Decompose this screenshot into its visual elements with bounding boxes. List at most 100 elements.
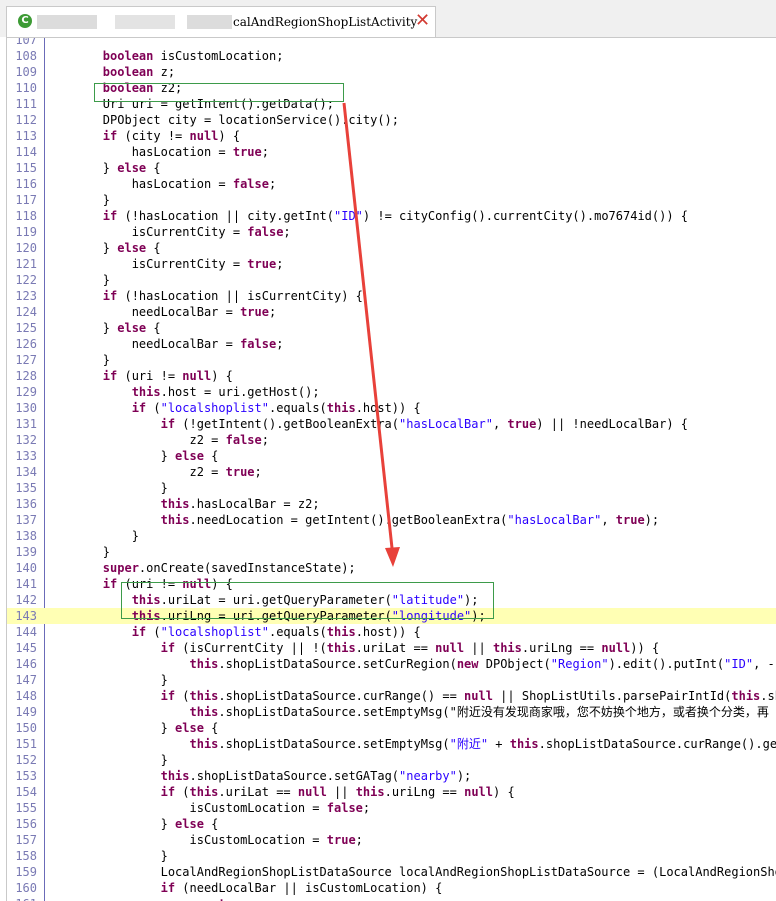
- line-number: 128: [15, 369, 37, 383]
- code-line[interactable]: 107: [7, 38, 776, 48]
- code-line[interactable]: 158 }: [7, 848, 776, 864]
- code-line[interactable]: 117 }: [7, 192, 776, 208]
- code-line[interactable]: 143 this.uriLng = uri.getQueryParameter(…: [7, 608, 776, 624]
- code-line[interactable]: 111 Uri uri = getIntent().getData();: [7, 96, 776, 112]
- line-number: 120: [15, 241, 37, 255]
- code-text: if (!hasLocation || city.getInt("ID") !=…: [102, 209, 689, 223]
- code-line[interactable]: 136 this.hasLocalBar = z2;: [7, 496, 776, 512]
- code-line[interactable]: 126 needLocalBar = false;: [7, 336, 776, 352]
- code-text: super.onCreate(savedInstanceState);: [102, 561, 356, 575]
- code-line[interactable]: 113 if (city != null) {: [7, 128, 776, 144]
- line-number: 137: [15, 513, 37, 527]
- tab-title: calAndRegionShopListActivity: [233, 15, 418, 29]
- code-line[interactable]: 147 }: [7, 672, 776, 688]
- code-line[interactable]: 148 if (this.shopListDataSource.curRange…: [7, 688, 776, 704]
- code-line[interactable]: 135 }: [7, 480, 776, 496]
- code-text: this.shopListDataSource.setGATag("nearby…: [160, 769, 472, 783]
- line-number: 125: [15, 321, 37, 335]
- code-line[interactable]: 120 } else {: [7, 240, 776, 256]
- code-line[interactable]: 119 isCurrentCity = false;: [7, 224, 776, 240]
- line-number: 147: [15, 673, 37, 687]
- code-line[interactable]: 125 } else {: [7, 320, 776, 336]
- editor-tab-bar: C calAndRegionShopListActivity ✕: [0, 0, 776, 37]
- code-line[interactable]: 139 }: [7, 544, 776, 560]
- line-number: 119: [15, 225, 37, 239]
- code-line[interactable]: 109 boolean z;: [7, 64, 776, 80]
- line-number: 133: [15, 449, 37, 463]
- code-line[interactable]: 130 if ("localshoplist".equals(this.host…: [7, 400, 776, 416]
- code-editor[interactable]: 107 108 boolean isCustomLocation; 109 bool…: [6, 37, 776, 901]
- code-text: this.host = uri.getHost();: [131, 385, 320, 399]
- code-text: }: [45, 193, 111, 207]
- code-text: this.uriLat = uri.getQueryParameter("lat…: [131, 593, 479, 607]
- code-line[interactable]: 122 }: [7, 272, 776, 288]
- code-text: if (this.uriLat == null || this.uriLng =…: [160, 785, 515, 799]
- line-number: 132: [15, 433, 37, 447]
- code-text: if (this.shopListDataSource.curRange() =…: [160, 689, 776, 703]
- code-line[interactable]: 121 isCurrentCity = true;: [7, 256, 776, 272]
- code-text: }: [45, 353, 111, 367]
- code-text: if (needLocalBar || isCustomLocation) {: [160, 881, 443, 895]
- code-line[interactable]: 157 isCustomLocation = true;: [7, 832, 776, 848]
- code-line[interactable]: 159 LocalAndRegionShopListDataSource loc…: [7, 864, 776, 880]
- code-line[interactable]: 110 boolean z2;: [7, 80, 776, 96]
- code-line[interactable]: 123 if (!hasLocation || isCurrentCity) {: [7, 288, 776, 304]
- line-number: 127: [15, 353, 37, 367]
- code-line[interactable]: 137 this.needLocation = getIntent().getB…: [7, 512, 776, 528]
- code-line[interactable]: 127 }: [7, 352, 776, 368]
- code-line[interactable]: 153 this.shopListDataSource.setGATag("ne…: [7, 768, 776, 784]
- code-line[interactable]: 141 if (uri != null) {: [7, 576, 776, 592]
- code-line[interactable]: 133 } else {: [7, 448, 776, 464]
- code-line[interactable]: 145 if (isCurrentCity || !(this.uriLat =…: [7, 640, 776, 656]
- code-line[interactable]: 134 z2 = true;: [7, 464, 776, 480]
- code-line[interactable]: 124 needLocalBar = true;: [7, 304, 776, 320]
- line-number: 122: [15, 273, 37, 287]
- line-number: 134: [15, 465, 37, 479]
- code-text: } else {: [45, 241, 161, 255]
- code-line[interactable]: 144 if ("localshoplist".equals(this.host…: [7, 624, 776, 640]
- code-line[interactable]: 118 if (!hasLocation || city.getInt("ID"…: [7, 208, 776, 224]
- code-line[interactable]: 115 } else {: [7, 160, 776, 176]
- code-line[interactable]: 156 } else {: [7, 816, 776, 832]
- code-line[interactable]: 131 if (!getIntent().getBooleanExtra("ha…: [7, 416, 776, 432]
- code-line[interactable]: 116 hasLocation = false;: [7, 176, 776, 192]
- code-line[interactable]: 155 isCustomLocation = false;: [7, 800, 776, 816]
- editor-tab[interactable]: C calAndRegionShopListActivity ✕: [6, 6, 436, 37]
- code-line[interactable]: 160 if (needLocalBar || isCustomLocation…: [7, 880, 776, 896]
- code-text: isCurrentCity = false;: [45, 225, 291, 239]
- code-text: this.shopListDataSource.setEmptyMsg("附近没…: [189, 705, 769, 719]
- line-number: 115: [15, 161, 37, 175]
- code-line[interactable]: 152 }: [7, 752, 776, 768]
- line-number: 111: [15, 97, 37, 111]
- code-text: Uri uri = getIntent().getData();: [45, 97, 334, 111]
- code-line[interactable]: 140 super.onCreate(savedInstanceState);: [7, 560, 776, 576]
- code-text: isCustomLocation = false;: [45, 801, 371, 815]
- line-number: 135: [15, 481, 37, 495]
- code-line[interactable]: 150 } else {: [7, 720, 776, 736]
- line-number: 110: [15, 81, 37, 95]
- code-line[interactable]: 142 this.uriLat = uri.getQueryParameter(…: [7, 592, 776, 608]
- code-line[interactable]: 129 this.host = uri.getHost();: [7, 384, 776, 400]
- line-number: 112: [15, 113, 37, 127]
- line-number: 157: [15, 833, 37, 847]
- close-icon[interactable]: ✕: [415, 11, 430, 31]
- code-line[interactable]: 161 z = true;: [7, 896, 776, 901]
- code-line[interactable]: 146 this.shopListDataSource.setCurRegion…: [7, 656, 776, 672]
- code-text: }: [45, 753, 168, 767]
- code-text: isCurrentCity = true;: [45, 257, 284, 271]
- line-number: 141: [15, 577, 37, 591]
- code-line[interactable]: 132 z2 = false;: [7, 432, 776, 448]
- code-line[interactable]: 114 hasLocation = true;: [7, 144, 776, 160]
- code-line[interactable]: 154 if (this.uriLat == null || this.uriL…: [7, 784, 776, 800]
- code-line[interactable]: 108 boolean isCustomLocation;: [7, 48, 776, 64]
- code-line[interactable]: 151 this.shopListDataSource.setEmptyMsg(…: [7, 736, 776, 752]
- code-text: }: [45, 673, 168, 687]
- code-line[interactable]: 112 DPObject city = locationService().ci…: [7, 112, 776, 128]
- code-line[interactable]: 149 this.shopListDataSource.setEmptyMsg(…: [7, 704, 776, 720]
- code-line[interactable]: 128 if (uri != null) {: [7, 368, 776, 384]
- code-text: z = true;: [45, 896, 254, 901]
- line-number: 136: [15, 497, 37, 511]
- line-number: 152: [15, 753, 37, 767]
- code-line[interactable]: 138 }: [7, 528, 776, 544]
- code-text: } else {: [45, 817, 219, 831]
